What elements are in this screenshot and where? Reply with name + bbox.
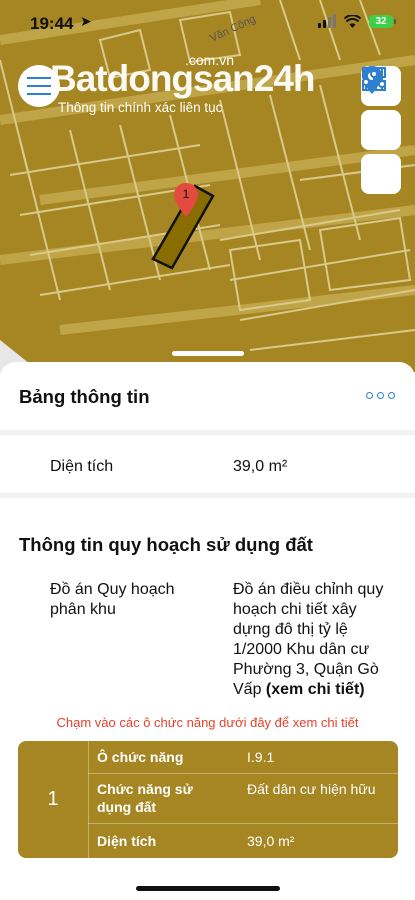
svg-text:1: 1 — [183, 187, 190, 201]
menu-button[interactable] — [18, 65, 60, 107]
brand-tagline: Thông tin chính xác liên tục — [58, 100, 223, 115]
zone-key: Diện tích — [97, 833, 157, 849]
zone-value: Đất dân cư hiện hữu — [247, 781, 376, 797]
wifi-icon — [344, 14, 361, 28]
battery-icon: 32 — [369, 14, 396, 28]
zone-key: Ô chức năng — [97, 749, 184, 765]
hint-text: Chạm vào các ô chức năng dưới đây để xem… — [56, 715, 359, 730]
zone-card[interactable]: 1 Ô chức năng I.9.1 Chức năng sử dụng đấ… — [18, 741, 398, 858]
brand-name: Batdongsan24h — [50, 58, 316, 99]
info-header: Bảng thông tin — [0, 362, 415, 430]
view-details-link[interactable]: (xem chi tiết) — [266, 681, 365, 698]
area-row: Diện tích 39,0 m² — [0, 435, 415, 493]
zone-value: I.9.1 — [247, 749, 275, 765]
status-bar: 19:44 ➤ 32 — [0, 0, 415, 46]
status-time: 19:44 — [30, 14, 74, 33]
locate-button[interactable] — [361, 66, 401, 150]
sheet-grabber[interactable] — [172, 351, 244, 356]
map-view[interactable]: Văn Công 1 .com.vn Batdongsan24h Thông t… — [0, 0, 415, 372]
planning-title: Thông tin quy hoạch sử dụng đất — [19, 534, 313, 555]
more-button[interactable] — [366, 392, 395, 399]
zone-value: 39,0 m² — [247, 833, 295, 849]
zone-index: 1 — [18, 741, 89, 858]
zone-key: Chức năng sử dụng đất — [97, 781, 193, 815]
map-tools — [361, 66, 403, 198]
location-arrow-icon: ➤ — [80, 13, 92, 29]
map-marker-icon: 1 — [174, 183, 198, 217]
hamburger-icon — [27, 77, 51, 79]
planning-section: Thông tin quy hoạch sử dụng đất Đồ án Qu… — [0, 498, 415, 900]
plan-label: Đồ án Quy hoạch phân khu — [50, 581, 175, 618]
filter-button[interactable] — [361, 68, 401, 194]
home-indicator[interactable] — [136, 886, 280, 891]
area-value: 39,0 m² — [233, 458, 288, 475]
area-label: Diện tích — [50, 458, 114, 475]
info-sheet: Bảng thông tin Diện tích 39,0 m² Thông t… — [0, 362, 415, 900]
zone-row[interactable]: Chức năng sử dụng đất Đất dân cư hiện hữ… — [88, 773, 398, 824]
cellular-signal-icon — [318, 14, 336, 28]
ellipsis-icon — [366, 392, 373, 399]
plan-value: Đồ án điều chỉnh quy hoạch chi tiết xây … — [233, 581, 384, 698]
map-marker[interactable]: 1 — [174, 183, 198, 217]
zone-row[interactable]: Ô chức năng I.9.1 — [88, 741, 398, 774]
zone-row[interactable]: Diện tích 39,0 m² — [88, 823, 398, 858]
sliders-icon — [362, 68, 386, 90]
panel-title: Bảng thông tin — [19, 386, 150, 407]
